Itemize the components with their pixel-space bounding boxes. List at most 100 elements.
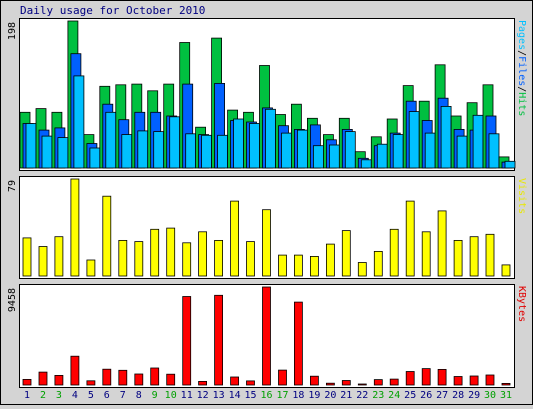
bar-kbytes-day-2: [38, 371, 48, 386]
bar-pages-day-18: [296, 129, 308, 169]
bar-visits-day-1: [22, 237, 32, 277]
bar-visits-day-16: [262, 209, 271, 277]
bar-pages-day-31: [504, 160, 516, 169]
day-label-22: 22: [356, 390, 368, 401]
usage-chart: Daily usage for October 2010 198 Pages/Fi…: [0, 0, 533, 405]
bar-pages-day-4: [73, 75, 85, 169]
bar-visits-day-11: [182, 242, 192, 277]
bar-pages-day-17: [281, 132, 292, 169]
bar-pages-day-13: [217, 134, 229, 169]
panel-series-label: KBytes: [516, 286, 527, 322]
bar-pages-day-7: [121, 134, 133, 169]
bar-visits-day-15: [246, 241, 255, 277]
day-label-15: 15: [244, 390, 256, 401]
bar-visits-day-19: [309, 255, 319, 277]
bar-visits-day-26: [421, 231, 431, 277]
bar-pages-day-1: [25, 123, 37, 169]
bar-pages-day-24: [392, 134, 404, 169]
bar-kbytes-day-10: [166, 373, 176, 386]
legend-part: Pages: [516, 20, 527, 50]
bar-pages-day-25: [408, 111, 420, 169]
bar-kbytes-day-13: [214, 294, 224, 386]
day-label-14: 14: [229, 390, 241, 401]
panels: 198 Pages/Files/Hits 79 Visits 9458 KBytes: [7, 18, 527, 388]
day-label-27: 27: [436, 390, 448, 401]
day-label-23: 23: [372, 390, 384, 401]
bar-kbytes-day-11: [182, 296, 192, 386]
bar-visits-day-13: [214, 239, 224, 277]
bar-pages-day-6: [105, 111, 117, 169]
panel-visits: 79 Visits: [7, 176, 527, 279]
bar-visits-day-24: [389, 228, 399, 277]
bar-pages-day-22: [360, 159, 372, 169]
usage-chart-svg: Daily usage for October 2010 198 Pages/Fi…: [0, 0, 533, 405]
panel-series-label: Pages/Files/Hits: [516, 20, 527, 116]
bar-kbytes-day-19: [309, 375, 319, 386]
bar-pages-day-14: [233, 118, 245, 169]
day-label-21: 21: [340, 390, 352, 401]
bar-visits-day-3: [54, 236, 64, 277]
bar-kbytes-day-16: [262, 286, 271, 386]
bar-kbytes-day-29: [469, 375, 479, 386]
bar-visits-day-8: [134, 241, 144, 277]
day-label-10: 10: [165, 390, 177, 401]
day-label-5: 5: [88, 390, 94, 401]
day-label-18: 18: [292, 390, 304, 401]
panel-max-label: 198: [7, 22, 18, 40]
legend-part: KBytes: [516, 286, 527, 322]
bar-visits-day-20: [325, 243, 335, 277]
day-label-20: 20: [324, 390, 336, 401]
bar-kbytes-day-25: [405, 371, 415, 386]
bar-visits-day-14: [230, 200, 240, 277]
day-label-4: 4: [72, 390, 78, 401]
bar-visits-day-27: [437, 210, 447, 277]
bar-kbytes-day-31: [501, 382, 511, 386]
bar-visits-day-22: [357, 262, 367, 277]
bar-pages-day-30: [488, 133, 500, 169]
bar-visits-day-28: [453, 239, 463, 277]
day-label-16: 16: [260, 390, 272, 401]
bar-pages-day-27: [440, 106, 452, 169]
day-label-30: 30: [484, 390, 496, 401]
day-label-17: 17: [276, 390, 288, 401]
bar-pages-day-16: [265, 108, 276, 169]
bar-kbytes-day-3: [54, 374, 64, 386]
legend-part: Visits: [516, 178, 527, 214]
bar-kbytes-day-12: [198, 380, 208, 386]
legend-part: Files: [516, 56, 527, 86]
bar-visits-day-2: [38, 246, 48, 277]
day-label-9: 9: [152, 390, 158, 401]
bar-kbytes-day-4: [70, 355, 80, 386]
day-label-24: 24: [388, 390, 400, 401]
bar-kbytes-day-26: [421, 368, 431, 386]
chart-title: Daily usage for October 2010: [20, 4, 205, 17]
day-label-13: 13: [213, 390, 225, 401]
bar-visits-day-4: [70, 178, 80, 277]
bar-pages-day-8: [137, 130, 149, 169]
day-label-1: 1: [24, 390, 30, 401]
bar-kbytes-day-20: [325, 382, 335, 386]
bar-kbytes-day-14: [230, 376, 240, 386]
bar-visits-day-12: [198, 231, 208, 277]
panel-hits-files-pages: 198 Pages/Files/Hits: [7, 18, 527, 171]
bar-pages-day-10: [169, 116, 181, 169]
bar-pages-day-28: [456, 135, 468, 169]
bar-kbytes-day-24: [389, 378, 399, 386]
bar-kbytes-day-5: [86, 380, 96, 386]
bar-kbytes-day-6: [102, 368, 112, 386]
bar-visits-day-31: [501, 264, 511, 277]
bar-kbytes-day-21: [341, 380, 351, 386]
panel-series-label: Visits: [516, 178, 527, 214]
bar-kbytes-day-18: [293, 301, 303, 386]
day-label-7: 7: [120, 390, 126, 401]
day-label-29: 29: [468, 390, 480, 401]
bar-kbytes-day-22: [357, 383, 367, 386]
bar-pages-day-9: [153, 131, 165, 169]
bar-pages-day-26: [424, 132, 436, 169]
bar-pages-day-23: [376, 143, 388, 169]
bar-kbytes-day-27: [437, 368, 447, 386]
day-label-25: 25: [404, 390, 416, 401]
bar-visits-day-30: [485, 233, 495, 277]
panel-max-label: 9458: [7, 288, 18, 312]
bar-pages-day-15: [249, 123, 260, 169]
